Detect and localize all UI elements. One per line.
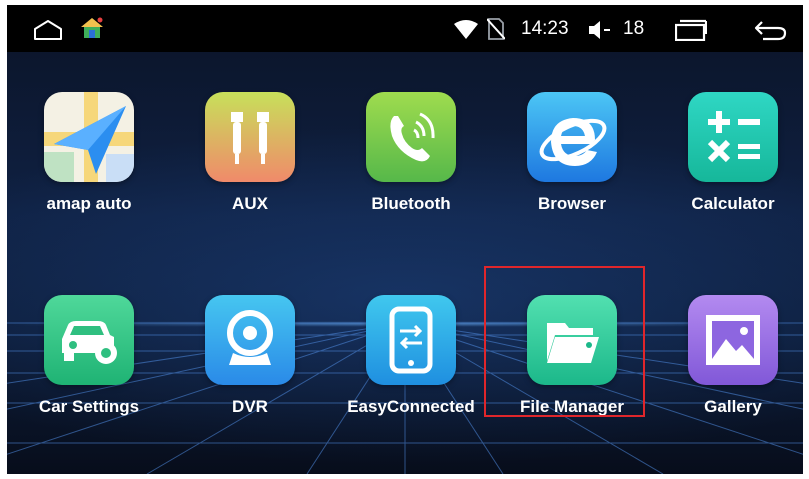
car-settings-icon xyxy=(44,295,134,385)
app-browser[interactable]: Browser xyxy=(502,92,642,242)
no-sim-icon xyxy=(486,18,506,45)
launcher-home-icon[interactable] xyxy=(79,16,105,45)
status-time: 14:23 xyxy=(521,18,569,39)
app-label: amap auto xyxy=(46,194,132,213)
app-label: Bluetooth xyxy=(371,194,451,213)
selection-highlight xyxy=(484,266,645,417)
app-label: Car Settings xyxy=(38,397,140,416)
browser-icon xyxy=(527,92,617,182)
app-label: EasyConnected xyxy=(347,397,475,416)
calculator-icon xyxy=(688,92,778,182)
app-car-settings[interactable]: Car Settings xyxy=(19,295,159,445)
app-label: DVR xyxy=(232,397,268,416)
volume-icon[interactable] xyxy=(587,19,611,46)
easyconnected-icon xyxy=(366,295,456,385)
recent-apps-icon[interactable] xyxy=(674,19,708,46)
status-bar: 14:23 18 xyxy=(7,5,803,52)
aux-icon xyxy=(205,92,295,182)
bluetooth-icon xyxy=(366,92,456,182)
app-label: AUX xyxy=(232,194,268,213)
dvr-icon xyxy=(205,295,295,385)
gallery-icon xyxy=(688,295,778,385)
wifi-icon xyxy=(454,20,478,45)
app-easyconnected[interactable]: EasyConnected xyxy=(341,295,481,445)
app-label: Calculator xyxy=(691,194,775,213)
home-icon[interactable] xyxy=(33,19,63,46)
app-gallery[interactable]: Gallery xyxy=(663,295,803,445)
app-aux[interactable]: AUX xyxy=(180,92,320,242)
app-bluetooth[interactable]: Bluetooth xyxy=(341,92,481,242)
app-label: Gallery xyxy=(704,397,762,416)
app-dvr[interactable]: DVR xyxy=(180,295,320,445)
back-icon[interactable] xyxy=(753,19,787,46)
volume-level: 18 xyxy=(623,18,645,39)
app-label: Browser xyxy=(537,194,607,213)
home-screen: 14:23 18 amap auto AUX Bluetooth Browser… xyxy=(7,5,803,474)
app-amap-auto[interactable]: amap auto xyxy=(19,92,159,242)
amap-auto-icon xyxy=(44,92,134,182)
app-calculator[interactable]: Calculator xyxy=(663,92,803,242)
